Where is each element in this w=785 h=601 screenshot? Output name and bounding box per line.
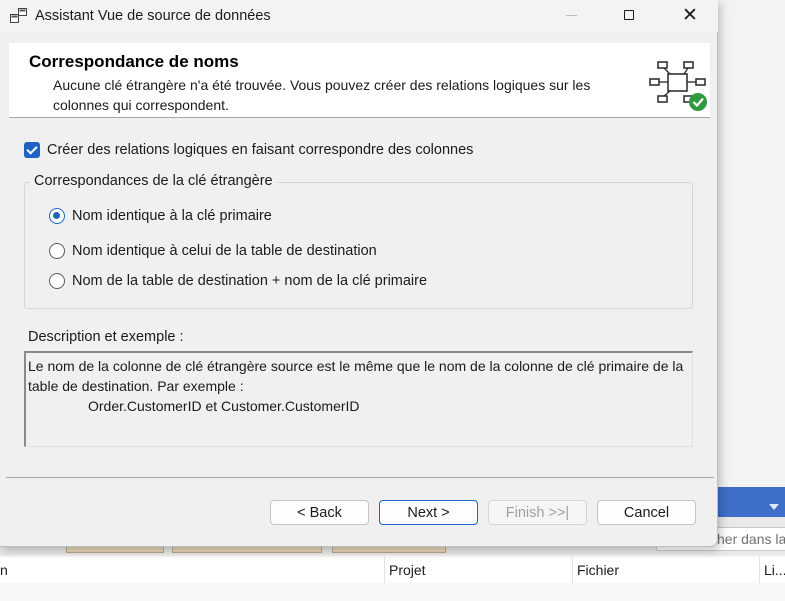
close-icon: ✕ bbox=[682, 5, 698, 26]
maximize-button[interactable] bbox=[600, 0, 658, 32]
radio-button[interactable] bbox=[49, 243, 65, 259]
background-dropdown-arrow-icon[interactable] bbox=[769, 504, 779, 510]
background-column-header: n Projet Fichier Li... bbox=[0, 557, 785, 584]
radio-label: Nom de la table de destination + nom de … bbox=[72, 273, 428, 289]
cancel-button[interactable]: Cancel bbox=[597, 500, 696, 525]
description-box: Le nom de la colonne de clé étrangère so… bbox=[24, 351, 693, 447]
wizard-header: Correspondance de noms Aucune clé étrang… bbox=[9, 43, 710, 118]
radio-button[interactable] bbox=[49, 273, 65, 289]
wizard-dialog: Assistant Vue de source de données ✕ Cor… bbox=[0, 0, 718, 547]
page-description: Aucune clé étrangère n'a été trouvée. Vo… bbox=[53, 77, 591, 113]
radio-label: Nom identique à la clé primaire bbox=[72, 208, 272, 224]
minimize-button[interactable] bbox=[542, 0, 600, 32]
minimize-icon bbox=[566, 15, 577, 16]
window-title: Assistant Vue de source de données bbox=[35, 8, 271, 24]
create-relations-label: Créer des relations logiques en faisant … bbox=[47, 142, 474, 158]
column-header[interactable]: n bbox=[0, 562, 8, 578]
description-example: Order.CustomerID et Customer.CustomerID bbox=[88, 398, 360, 414]
maximize-icon bbox=[624, 10, 634, 20]
description-text: Le nom de la colonne de clé étrangère so… bbox=[28, 358, 684, 394]
finish-button[interactable]: Finish >>| bbox=[488, 500, 587, 525]
data-source-view-icon bbox=[10, 8, 27, 23]
title-bar[interactable]: Assistant Vue de source de données ✕ bbox=[0, 0, 718, 32]
background-list-area bbox=[0, 583, 785, 601]
create-relations-checkbox[interactable] bbox=[24, 142, 40, 158]
back-button[interactable]: < Back bbox=[270, 500, 369, 525]
description-label: Description et exemple : bbox=[28, 329, 184, 345]
footer-divider bbox=[6, 477, 714, 478]
close-button[interactable]: ✕ bbox=[658, 0, 716, 32]
table-relations-icon bbox=[649, 61, 707, 111]
page-title: Correspondance de noms bbox=[29, 52, 239, 71]
column-header-projet[interactable]: Projet bbox=[389, 562, 426, 578]
radio-label: Nom identique à celui de la table de des… bbox=[72, 243, 377, 259]
column-header-fichier[interactable]: Fichier bbox=[577, 562, 619, 578]
column-header-line[interactable]: Li... bbox=[764, 562, 785, 578]
radio-button[interactable] bbox=[49, 208, 65, 224]
foreign-key-group-legend: Correspondances de la clé étrangère bbox=[30, 173, 277, 189]
next-button[interactable]: Next > bbox=[379, 500, 478, 525]
